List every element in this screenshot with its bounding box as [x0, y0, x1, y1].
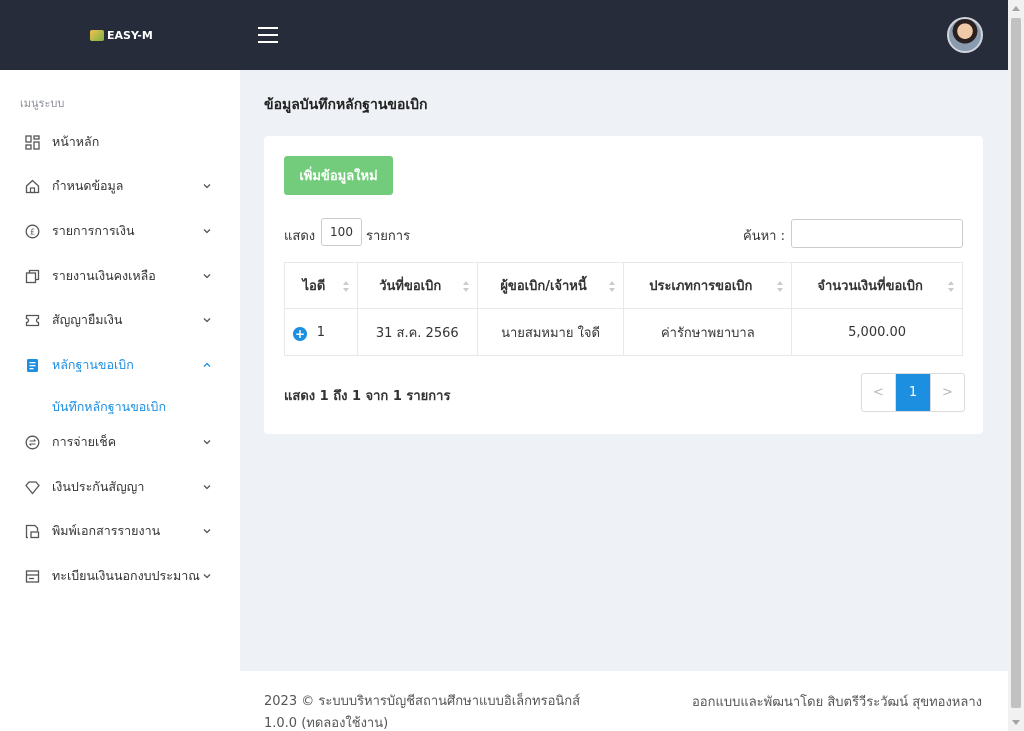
diamond-icon: [25, 480, 40, 495]
scroll-down-icon[interactable]: [1012, 720, 1020, 725]
menu-toggle-icon[interactable]: [258, 27, 278, 44]
sidebar-item-dashboard[interactable]: หน้าหลัก: [0, 124, 240, 160]
sidebar-item-finance[interactable]: £ รายการการเงิน: [0, 213, 240, 249]
top-navbar: EASY-M: [0, 0, 1008, 70]
evidence-card: เพิ่มข้อมูลใหม่ แสดง รายการ ค้นหา : ไอดี…: [264, 136, 983, 434]
search-input[interactable]: [791, 219, 963, 248]
search-label: ค้นหา :: [743, 229, 785, 244]
chevron-down-icon: [202, 271, 212, 281]
sidebar-item-contract-guarantee[interactable]: เงินประกันสัญญา: [0, 469, 240, 505]
chevron-down-icon: [202, 437, 212, 447]
ticket-icon: [25, 313, 40, 328]
sidebar-item-label: หน้าหลัก: [52, 134, 100, 149]
user-avatar[interactable]: [947, 17, 983, 53]
sidebar-item-label: รายการการเงิน: [52, 223, 135, 238]
pagination: < 1 >: [861, 373, 965, 412]
add-new-button[interactable]: เพิ่มข้อมูลใหม่: [284, 156, 393, 195]
document-icon: [25, 358, 40, 373]
column-header-type[interactable]: ประเภทการขอเบิก: [623, 262, 793, 309]
footer: 2023 © ระบบบริหารบัญชีสถานศึกษาแบบอิเล็ก…: [240, 671, 1008, 731]
column-header-requester[interactable]: ผู้ขอเบิก/เจ้าหนี้: [476, 262, 625, 309]
pagination-page-1[interactable]: 1: [896, 374, 930, 411]
page-length-suffix: รายการ: [366, 229, 411, 244]
scroll-thumb[interactable]: [1011, 18, 1021, 708]
sort-icon: [609, 281, 616, 292]
copy-icon: [25, 269, 40, 284]
page-length-select[interactable]: [321, 218, 362, 246]
chevron-up-icon: [202, 360, 212, 370]
cell-amount: 5,000.00: [791, 308, 963, 356]
exchange-icon: [25, 435, 40, 450]
sidebar-item-label: พิมพ์เอกสารรายงาน: [52, 523, 161, 538]
cell-type: ค่ารักษาพยาบาล: [623, 308, 793, 356]
sidebar-item-label: รายงานเงินคงเหลือ: [52, 268, 156, 283]
cell-date: 31 ส.ค. 2566: [356, 308, 478, 356]
evidence-table: ไอดี วันที่ขอเบิก ผู้ขอเบิก/เจ้าหนี้ ประ…: [284, 262, 963, 356]
chevron-down-icon: [202, 526, 212, 536]
column-header-date[interactable]: วันที่ขอเบิก: [356, 262, 478, 309]
sidebar-item-loan-contract[interactable]: สัญญายืมเงิน: [0, 302, 240, 338]
print-icon: [25, 524, 40, 539]
footer-version: 1.0.0 (ทดลองใช้งาน): [264, 716, 389, 731]
table-info: แสดง 1 ถึง 1 จาก 1 รายการ: [284, 389, 451, 404]
logo-icon: [90, 30, 104, 41]
footer-credit: ออกแบบและพัฒนาโดย สิบตรีวีระวัฒน์ สุขทอง…: [691, 695, 982, 710]
sidebar-item-label: สัญญายืมเงิน: [52, 312, 123, 327]
pagination-next[interactable]: >: [930, 374, 964, 411]
svg-text:£: £: [30, 227, 35, 236]
page-scrollbar[interactable]: [1008, 0, 1024, 731]
sidebar-item-label: หลักฐานขอเบิก: [52, 357, 134, 372]
sidebar-item-label: กำหนดข้อมูล: [52, 178, 124, 193]
sidebar-item-label: เงินประกันสัญญา: [52, 479, 145, 494]
sidebar-item-off-budget-register[interactable]: ทะเบียนเงินนอกงบประมาณ: [0, 558, 240, 594]
chevron-down-icon: [202, 181, 212, 191]
sidebar-item-disbursement-evidence[interactable]: หลักฐานขอเบิก: [0, 347, 240, 383]
sidebar-item-print-reports[interactable]: พิมพ์เอกสารรายงาน: [0, 513, 240, 549]
sidebar-heading: เมนูระบบ: [20, 97, 65, 110]
logo-text: EASY-M: [107, 29, 153, 42]
chevron-down-icon: [202, 315, 212, 325]
sidebar: เมนูระบบ หน้าหลัก กำหนดข้อมูล £ รายการกา…: [0, 70, 240, 731]
sidebar-item-balance-report[interactable]: รายงานเงินคงเหลือ: [0, 258, 240, 294]
page-title: ข้อมูลบันทึกหลักฐานขอเบิก: [264, 97, 428, 113]
footer-copyright: 2023 © ระบบบริหารบัญชีสถานศึกษาแบบอิเล็ก…: [264, 694, 581, 709]
home-icon: [25, 179, 40, 194]
app-logo[interactable]: EASY-M: [90, 29, 153, 42]
cell-requester: นายสมหมาย ใจดี: [476, 308, 625, 356]
sidebar-item-label: ทะเบียนเงินนอกงบประมาณ: [52, 568, 200, 583]
pagination-previous[interactable]: <: [862, 374, 896, 411]
inbox-icon: [25, 569, 40, 584]
pound-coin-icon: £: [25, 224, 40, 239]
sidebar-item-cheque-payment[interactable]: การจ่ายเช็ค: [0, 424, 240, 460]
table-row[interactable]: +1 31 ส.ค. 2566 นายสมหมาย ใจดี ค่ารักษาพ…: [284, 308, 963, 356]
column-header-amount[interactable]: จำนวนเงินที่ขอเบิก: [791, 262, 963, 309]
scroll-up-icon[interactable]: [1012, 6, 1020, 11]
chevron-down-icon: [202, 482, 212, 492]
cell-id: +1: [284, 308, 358, 356]
sidebar-item-settings-data[interactable]: กำหนดข้อมูล: [0, 168, 240, 204]
chevron-down-icon: [202, 571, 212, 581]
sidebar-item-label: การจ่ายเช็ค: [52, 434, 117, 449]
sort-icon: [462, 281, 469, 292]
sort-icon: [777, 281, 784, 292]
table-header-row: ไอดี วันที่ขอเบิก ผู้ขอเบิก/เจ้าหนี้ ประ…: [284, 262, 963, 309]
sort-icon: [342, 281, 349, 292]
expand-row-icon[interactable]: +: [293, 327, 307, 341]
sidebar-subitem-record-evidence[interactable]: บันทึกหลักฐานขอเบิก: [52, 397, 166, 417]
page-length-prefix: แสดง: [284, 229, 316, 244]
dashboard-icon: [25, 134, 40, 150]
column-header-id[interactable]: ไอดี: [284, 262, 358, 309]
footer-left: 2023 © ระบบบริหารบัญชีสถานศึกษาแบบอิเล็ก…: [264, 691, 580, 731]
chevron-down-icon: [202, 226, 212, 236]
sort-icon: [948, 281, 954, 292]
